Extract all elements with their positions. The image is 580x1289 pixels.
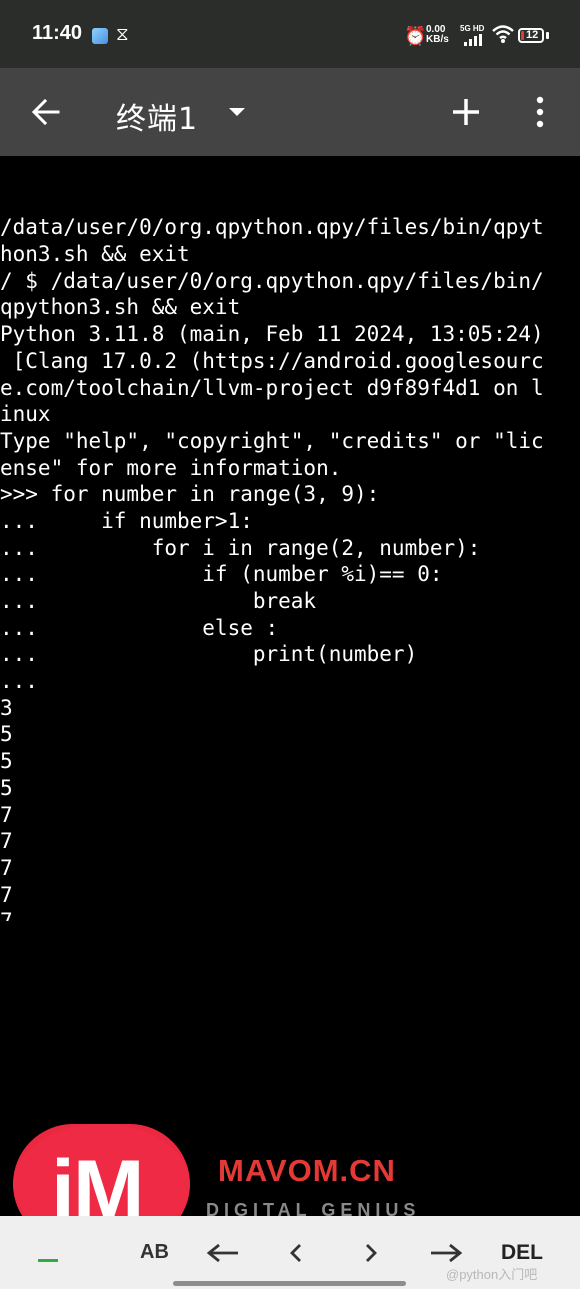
wifi-icon (492, 25, 514, 43)
terminal-output[interactable]: /data/user/0/org.qpython.qpy/files/bin/q… (0, 161, 580, 921)
credit-watermark: @python入门吧 (446, 1267, 538, 1282)
watermark-slogan: DIGITAL GENIUS (206, 1200, 421, 1220)
prev-key[interactable] (268, 1216, 324, 1289)
terminal-line: ... print(number) (0, 642, 418, 667)
status-bar: 11:40 ⧖ ⏰ 0.00 KB/s 5G HD 12 (0, 0, 580, 68)
terminal-line: Python 3.11.8 (main, Feb 11 2024, 13:05:… (0, 322, 544, 347)
left-arrow-key[interactable] (195, 1216, 251, 1289)
terminal-line: Type "help", "copyright", "credits" or "… (0, 428, 544, 453)
terminal-line: 5 (0, 775, 13, 800)
terminal-line: qpython3.sh && exit (0, 295, 241, 320)
terminal-tab-title[interactable]: 终端1 (116, 94, 198, 138)
network-type: 5G HD (460, 24, 485, 33)
hourglass-icon: ⧖ (116, 24, 129, 45)
signal-icon (464, 34, 486, 46)
right-arrow-icon (431, 1243, 463, 1262)
home-indicator[interactable] (173, 1281, 406, 1286)
chevron-left-icon (290, 1243, 301, 1262)
terminal-line: ... for i in range(2, number): (0, 535, 481, 560)
left-arrow-icon (206, 1243, 238, 1262)
tab-key-label: AB (140, 1241, 169, 1263)
net-speed: 0.00 KB/s (426, 25, 449, 45)
app-toolbar: 终端1 (0, 68, 580, 156)
more-menu-icon[interactable] (530, 94, 550, 130)
terminal-line: inux (0, 402, 51, 427)
tab-key[interactable]: AB (0, 1216, 180, 1289)
dropdown-arrow-icon[interactable] (228, 106, 246, 118)
add-tab-icon[interactable] (450, 96, 482, 128)
terminal-line: ... break (0, 589, 317, 614)
terminal-line: hon3.sh && exit (0, 242, 190, 267)
terminal-line: ense" for more information. (0, 455, 342, 480)
terminal-line: /data/user/0/org.qpython.qpy/files/bin/q… (0, 215, 544, 240)
chevron-right-icon (366, 1243, 377, 1262)
terminal-lines: /data/user/0/org.qpython.qpy/files/bin/q… (0, 214, 580, 921)
terminal-line: / $ /data/user/0/org.qpython.qpy/files/b… (0, 268, 544, 293)
app-notification-icon (92, 28, 108, 44)
next-key[interactable] (343, 1216, 399, 1289)
terminal-line: 7 (0, 802, 13, 827)
terminal-line: 7 (0, 855, 13, 880)
terminal-line: ... else : (0, 615, 279, 640)
alarm-icon: ⏰ (404, 26, 427, 47)
back-arrow-icon[interactable] (28, 94, 64, 130)
terminal-line: 7 (0, 829, 13, 854)
terminal-line: ... if (number %i)== 0: (0, 562, 443, 587)
terminal-line: 7 (0, 882, 13, 907)
net-speed-unit: KB/s (426, 34, 449, 45)
terminal-line: e.com/toolchain/llvm-project d9f89f4d1 o… (0, 375, 544, 400)
tab-key-icon (38, 1245, 58, 1262)
terminal-line: 3 (0, 695, 13, 720)
terminal-line: 7 (0, 908, 580, 921)
terminal-line: 5 (0, 749, 13, 774)
watermark-brand: MAVOM.CN (218, 1153, 396, 1188)
terminal-line: >>> for number in range(3, 9): (0, 482, 380, 507)
terminal-line: ... if number>1: (0, 508, 253, 533)
status-time: 11:40 (32, 22, 83, 44)
terminal-line: [Clang 17.0.2 (https://android.googlesou… (0, 348, 544, 373)
battery-level: 12 (526, 29, 539, 41)
terminal-line: 5 (0, 722, 13, 747)
terminal-line: ... (0, 669, 38, 694)
battery-icon: 12 (518, 28, 544, 43)
